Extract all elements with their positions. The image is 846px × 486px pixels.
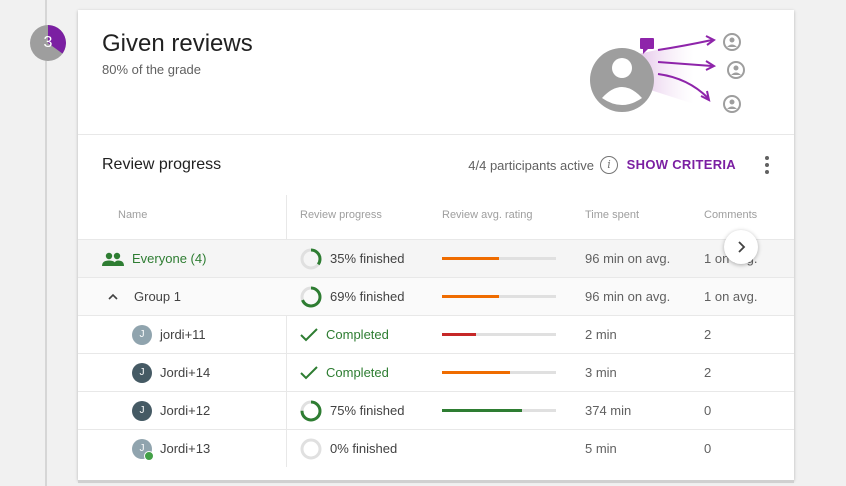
- rating-bar: [442, 371, 556, 374]
- rating-bar-fill: [442, 371, 511, 374]
- rating-bar-fill: [442, 257, 499, 260]
- given-reviews-card: Given reviews 80% of the grade Review pr…: [78, 10, 794, 480]
- review-table: Name Review progress Review avg. rating …: [78, 195, 794, 467]
- time-cell: 96 min on avg.: [585, 251, 671, 266]
- chevron-up-icon[interactable]: [108, 292, 118, 302]
- avatar-initial: J: [139, 442, 145, 454]
- row-name: Jordi+12: [160, 403, 211, 418]
- progress-ring-icon: [300, 248, 322, 269]
- rating-bar: [442, 333, 556, 336]
- progress-ring-icon: [300, 400, 322, 421]
- name-cell: J jordi+11: [102, 316, 206, 353]
- comments-cell: 2: [704, 365, 712, 380]
- rating-cell: [442, 392, 556, 429]
- row-name: Jordi+13: [160, 441, 211, 456]
- progress-cell: Completed: [300, 316, 389, 353]
- online-status-icon: [144, 450, 154, 461]
- info-icon[interactable]: i: [600, 156, 618, 174]
- name-cell: Group 1: [102, 278, 181, 315]
- participants-status: 4/4 participants active i: [468, 156, 618, 174]
- avatar: J: [132, 400, 152, 421]
- rating-bar: [442, 409, 556, 412]
- progress-ring-icon: [300, 438, 322, 459]
- check-icon: [300, 365, 318, 379]
- review-illustration-icon: [590, 33, 745, 113]
- time-cell: 5 min: [585, 441, 617, 456]
- table-row[interactable]: Everyone (4) 35% finished 96 min on avg.…: [78, 239, 794, 277]
- table-row[interactable]: J Jordi+13 0% finished 5 min 0: [78, 429, 794, 467]
- time-cell: 2 min: [585, 327, 617, 342]
- progress-text: 0% finished: [330, 441, 398, 456]
- table-row[interactable]: J Jordi+12 75% finished 374 min 0: [78, 391, 794, 429]
- name-cell: Everyone (4): [102, 240, 206, 277]
- name-cell: J Jordi+13: [102, 430, 210, 467]
- people-icon: [102, 252, 124, 266]
- name-cell: J Jordi+12: [102, 392, 210, 429]
- rating-cell: [442, 316, 556, 353]
- rating-bar-fill: [442, 295, 499, 298]
- card-subtitle: 80% of the grade: [102, 62, 202, 77]
- rating-cell: [442, 240, 556, 277]
- progress-ring-icon: [300, 286, 322, 307]
- comments-cell: 1 on avg.: [704, 289, 758, 304]
- progress-cell: 75% finished: [300, 392, 404, 429]
- avatar: J: [132, 362, 152, 383]
- chevron-right-icon: [738, 241, 746, 253]
- header-comments: Comments: [704, 209, 758, 221]
- progress-text: 35% finished: [330, 251, 405, 266]
- table-row[interactable]: Group 1 69% finished 96 min on avg. 1 on…: [78, 277, 794, 315]
- progress-cell: Completed: [300, 354, 389, 391]
- rating-cell: [442, 278, 556, 315]
- table-row[interactable]: J Jordi+14 Completed 3 min 2: [78, 353, 794, 391]
- row-name: jordi+11: [160, 327, 206, 342]
- row-name: Group 1: [134, 289, 181, 304]
- rating-bar-fill: [442, 333, 477, 336]
- card-title: Given reviews: [102, 30, 253, 57]
- comments-cell: 0: [704, 403, 712, 418]
- step-indicator: 3: [30, 25, 66, 61]
- time-cell: 96 min on avg.: [585, 289, 671, 304]
- time-cell: 374 min: [585, 403, 632, 418]
- header-time-spent: Time spent: [585, 209, 640, 221]
- table-header: Name Review progress Review avg. rating …: [78, 195, 794, 239]
- show-criteria-button[interactable]: SHOW CRITERIA: [627, 157, 736, 172]
- row-name: Jordi+14: [160, 365, 211, 380]
- progress-cell: 0% finished: [300, 430, 397, 467]
- section-title: Review progress: [102, 156, 222, 173]
- timeline-line: [45, 0, 47, 486]
- progress-text: Completed: [326, 327, 389, 342]
- comments-cell: 0: [704, 441, 712, 456]
- header-name: Name: [118, 209, 148, 221]
- header-review-progress: Review progress: [300, 209, 382, 221]
- participants-count: 4/4 participants active: [468, 157, 594, 173]
- rating-bar: [442, 257, 556, 260]
- rating-bar: [442, 295, 556, 298]
- card-bottom-edge: [78, 480, 794, 483]
- table-row[interactable]: J jordi+11 Completed 2 min 2: [78, 315, 794, 353]
- progress-cell: 35% finished: [300, 240, 404, 277]
- time-cell: 3 min: [585, 365, 617, 380]
- progress-text: Completed: [326, 365, 389, 380]
- step-number: 3: [43, 34, 53, 51]
- check-icon: [300, 327, 318, 341]
- avatar: J: [132, 438, 154, 461]
- name-cell: J Jordi+14: [102, 354, 210, 391]
- more-vert-icon[interactable]: [764, 156, 770, 174]
- header-review-avg-rating: Review avg. rating: [442, 209, 533, 221]
- card-divider: [78, 134, 794, 135]
- progress-cell: 69% finished: [300, 278, 404, 315]
- row-name: Everyone (4): [132, 251, 207, 266]
- avatar: J: [132, 324, 152, 345]
- progress-text: 69% finished: [330, 289, 405, 304]
- rating-bar-fill: [442, 409, 522, 412]
- comments-cell: 2: [704, 327, 712, 342]
- scroll-right-button[interactable]: [724, 230, 758, 264]
- progress-text: 75% finished: [330, 403, 405, 418]
- rating-cell: [442, 354, 556, 391]
